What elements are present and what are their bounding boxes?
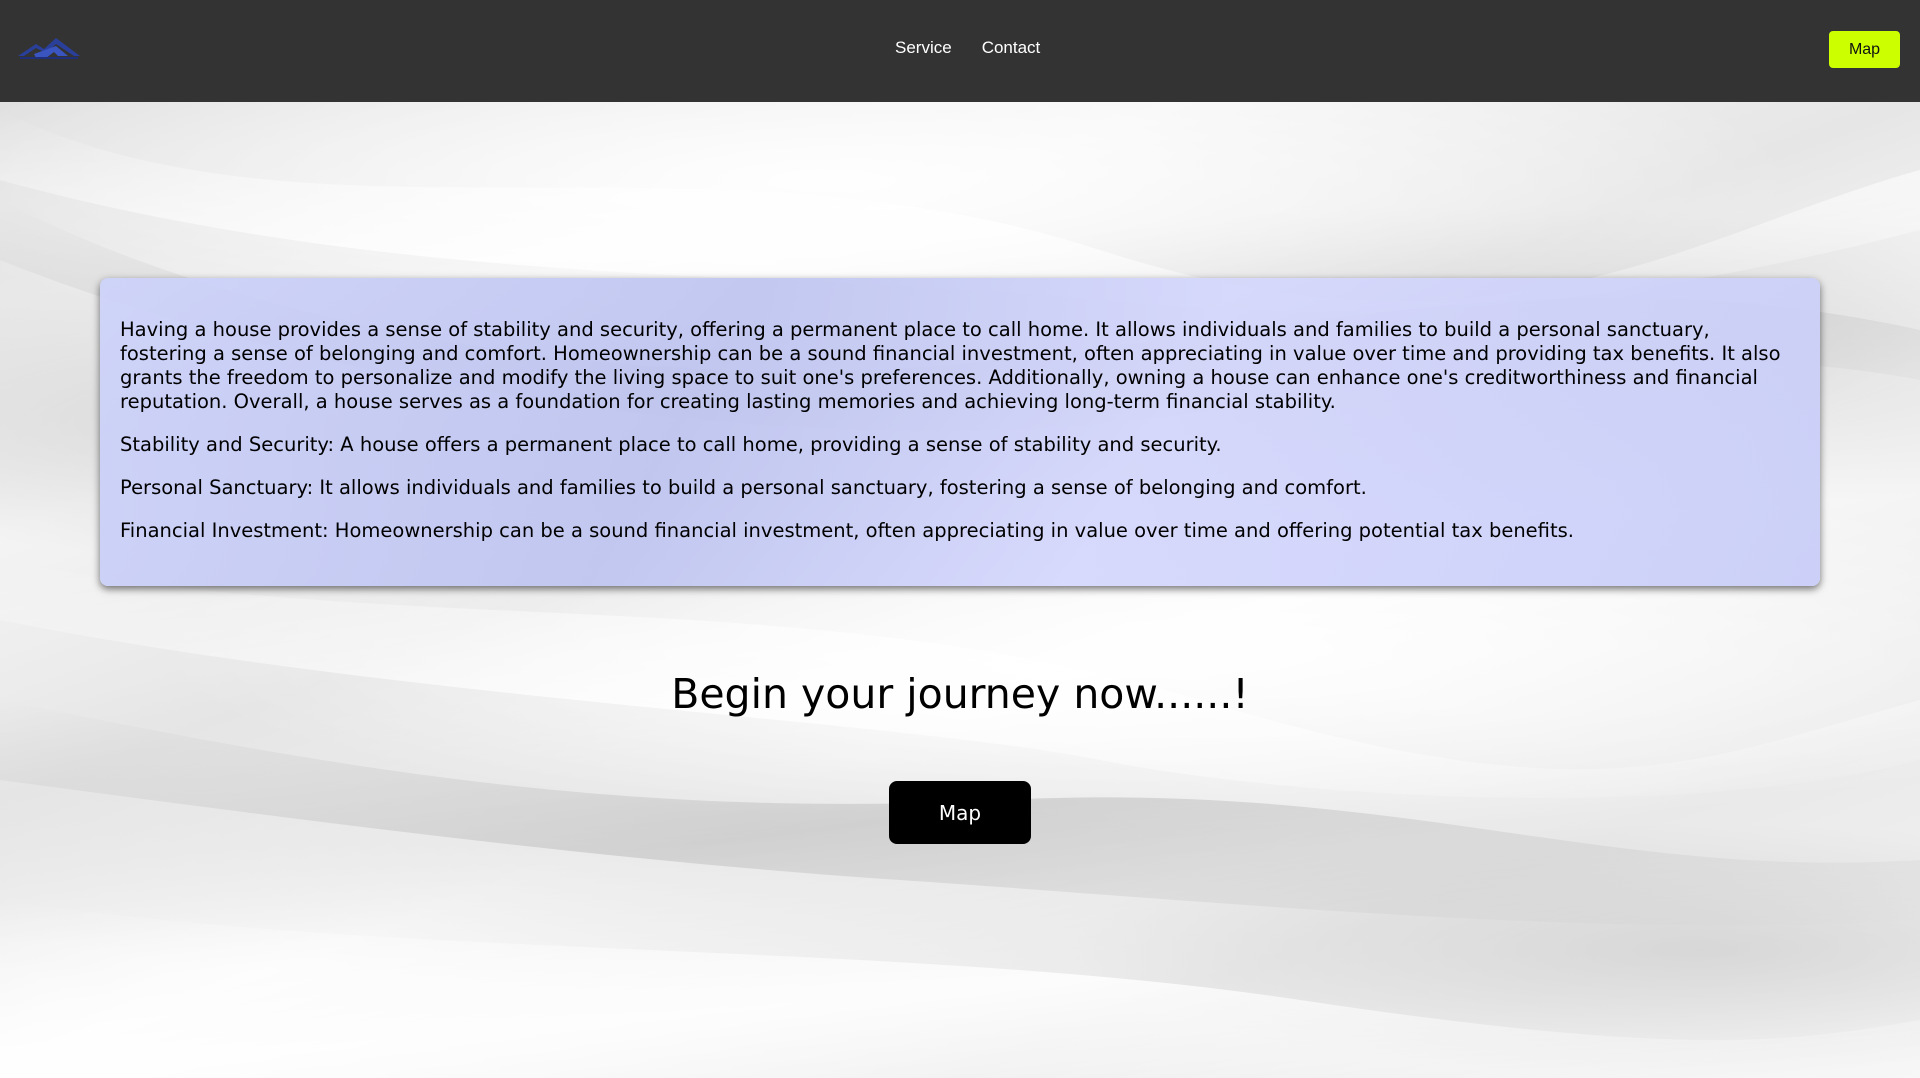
house-logo-graphic xyxy=(18,38,80,59)
intro-paragraph: Having a house provides a sense of stabi… xyxy=(120,318,1781,413)
investment-paragraph: Financial Investment: Homeownership can … xyxy=(120,519,1574,542)
header-map-button[interactable]: Map xyxy=(1829,31,1900,68)
cta-map-button[interactable]: Map xyxy=(889,781,1031,844)
top-navbar: Service Contact Map xyxy=(0,0,1920,102)
info-card: Having a house provides a sense of stabi… xyxy=(100,278,1820,586)
house-logo-icon[interactable] xyxy=(16,34,82,64)
cta-heading: Begin your journey now......! xyxy=(671,670,1249,718)
main-nav: Service Contact xyxy=(895,38,1040,58)
stability-paragraph: Stability and Security: A house offers a… xyxy=(120,433,1222,456)
sanctuary-paragraph: Personal Sanctuary: It allows individual… xyxy=(120,476,1367,499)
nav-service-link[interactable]: Service xyxy=(895,38,952,58)
nav-contact-link[interactable]: Contact xyxy=(982,38,1041,58)
